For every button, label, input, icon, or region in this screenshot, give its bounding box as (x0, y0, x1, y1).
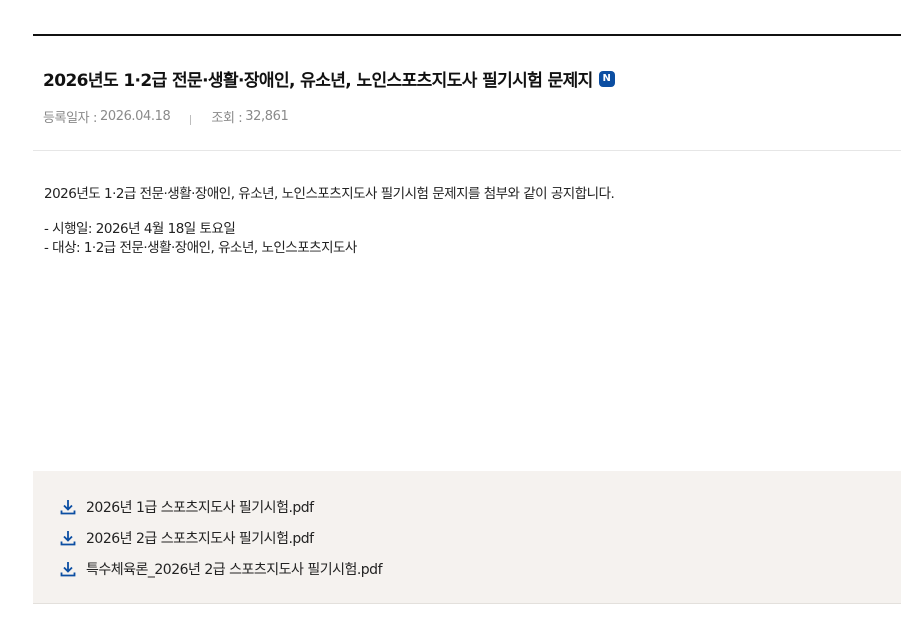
body-intro: 2026년도 1·2급 전문·생활·장애인, 유소년, 노인스포츠지도사 필기시… (44, 186, 615, 202)
views-value: 32,861 (245, 109, 289, 124)
download-icon (59, 498, 77, 516)
body-exam-date: - 시행일: 2026년 4월 18일 토요일 (44, 221, 236, 237)
attachment-name[interactable]: 특수체육론_2026년 2급 스포츠지도사 필기시험.pdf (86, 559, 383, 579)
post-header: 2026년도 1·2급 전문·생활·장애인, 유소년, 노인스포츠지도사 필기시… (43, 66, 615, 91)
attachment-link[interactable]: 특수체육론_2026년 2급 스포츠지도사 필기시험.pdf (59, 559, 383, 579)
attachment-panel: 2026년 1급 스포츠지도사 필기시험.pdf 2026년 2급 스포츠지도사… (33, 471, 901, 604)
post-title: 2026년도 1·2급 전문·생활·장애인, 유소년, 노인스포츠지도사 필기시… (43, 71, 593, 91)
meta-separator (190, 114, 192, 125)
attachment-link[interactable]: 2026년 2급 스포츠지도사 필기시험.pdf (59, 528, 314, 548)
post-body: 2026년도 1·2급 전문·생활·장애인, 유소년, 노인스포츠지도사 필기시… (44, 185, 615, 258)
post-meta: 등록일자 : 2026.04.18 조회 : 32,861 (43, 107, 289, 126)
date-value: 2026.04.18 (99, 109, 171, 124)
attachment-link[interactable]: 2026년 1급 스포츠지도사 필기시험.pdf (59, 497, 314, 517)
new-badge: N (598, 70, 615, 87)
attachment-name[interactable]: 2026년 1급 스포츠지도사 필기시험.pdf (86, 497, 314, 517)
views-label: 조회 : (211, 111, 243, 126)
date-label: 등록일자 : (43, 111, 97, 126)
header-divider (33, 150, 901, 151)
download-icon (59, 529, 77, 547)
body-target: - 대상: 1·2급 전문·생활·장애인, 유소년, 노인스포츠지도사 (44, 240, 357, 256)
top-divider (33, 34, 901, 36)
attachment-name[interactable]: 2026년 2급 스포츠지도사 필기시험.pdf (86, 528, 314, 548)
download-icon (59, 560, 77, 578)
